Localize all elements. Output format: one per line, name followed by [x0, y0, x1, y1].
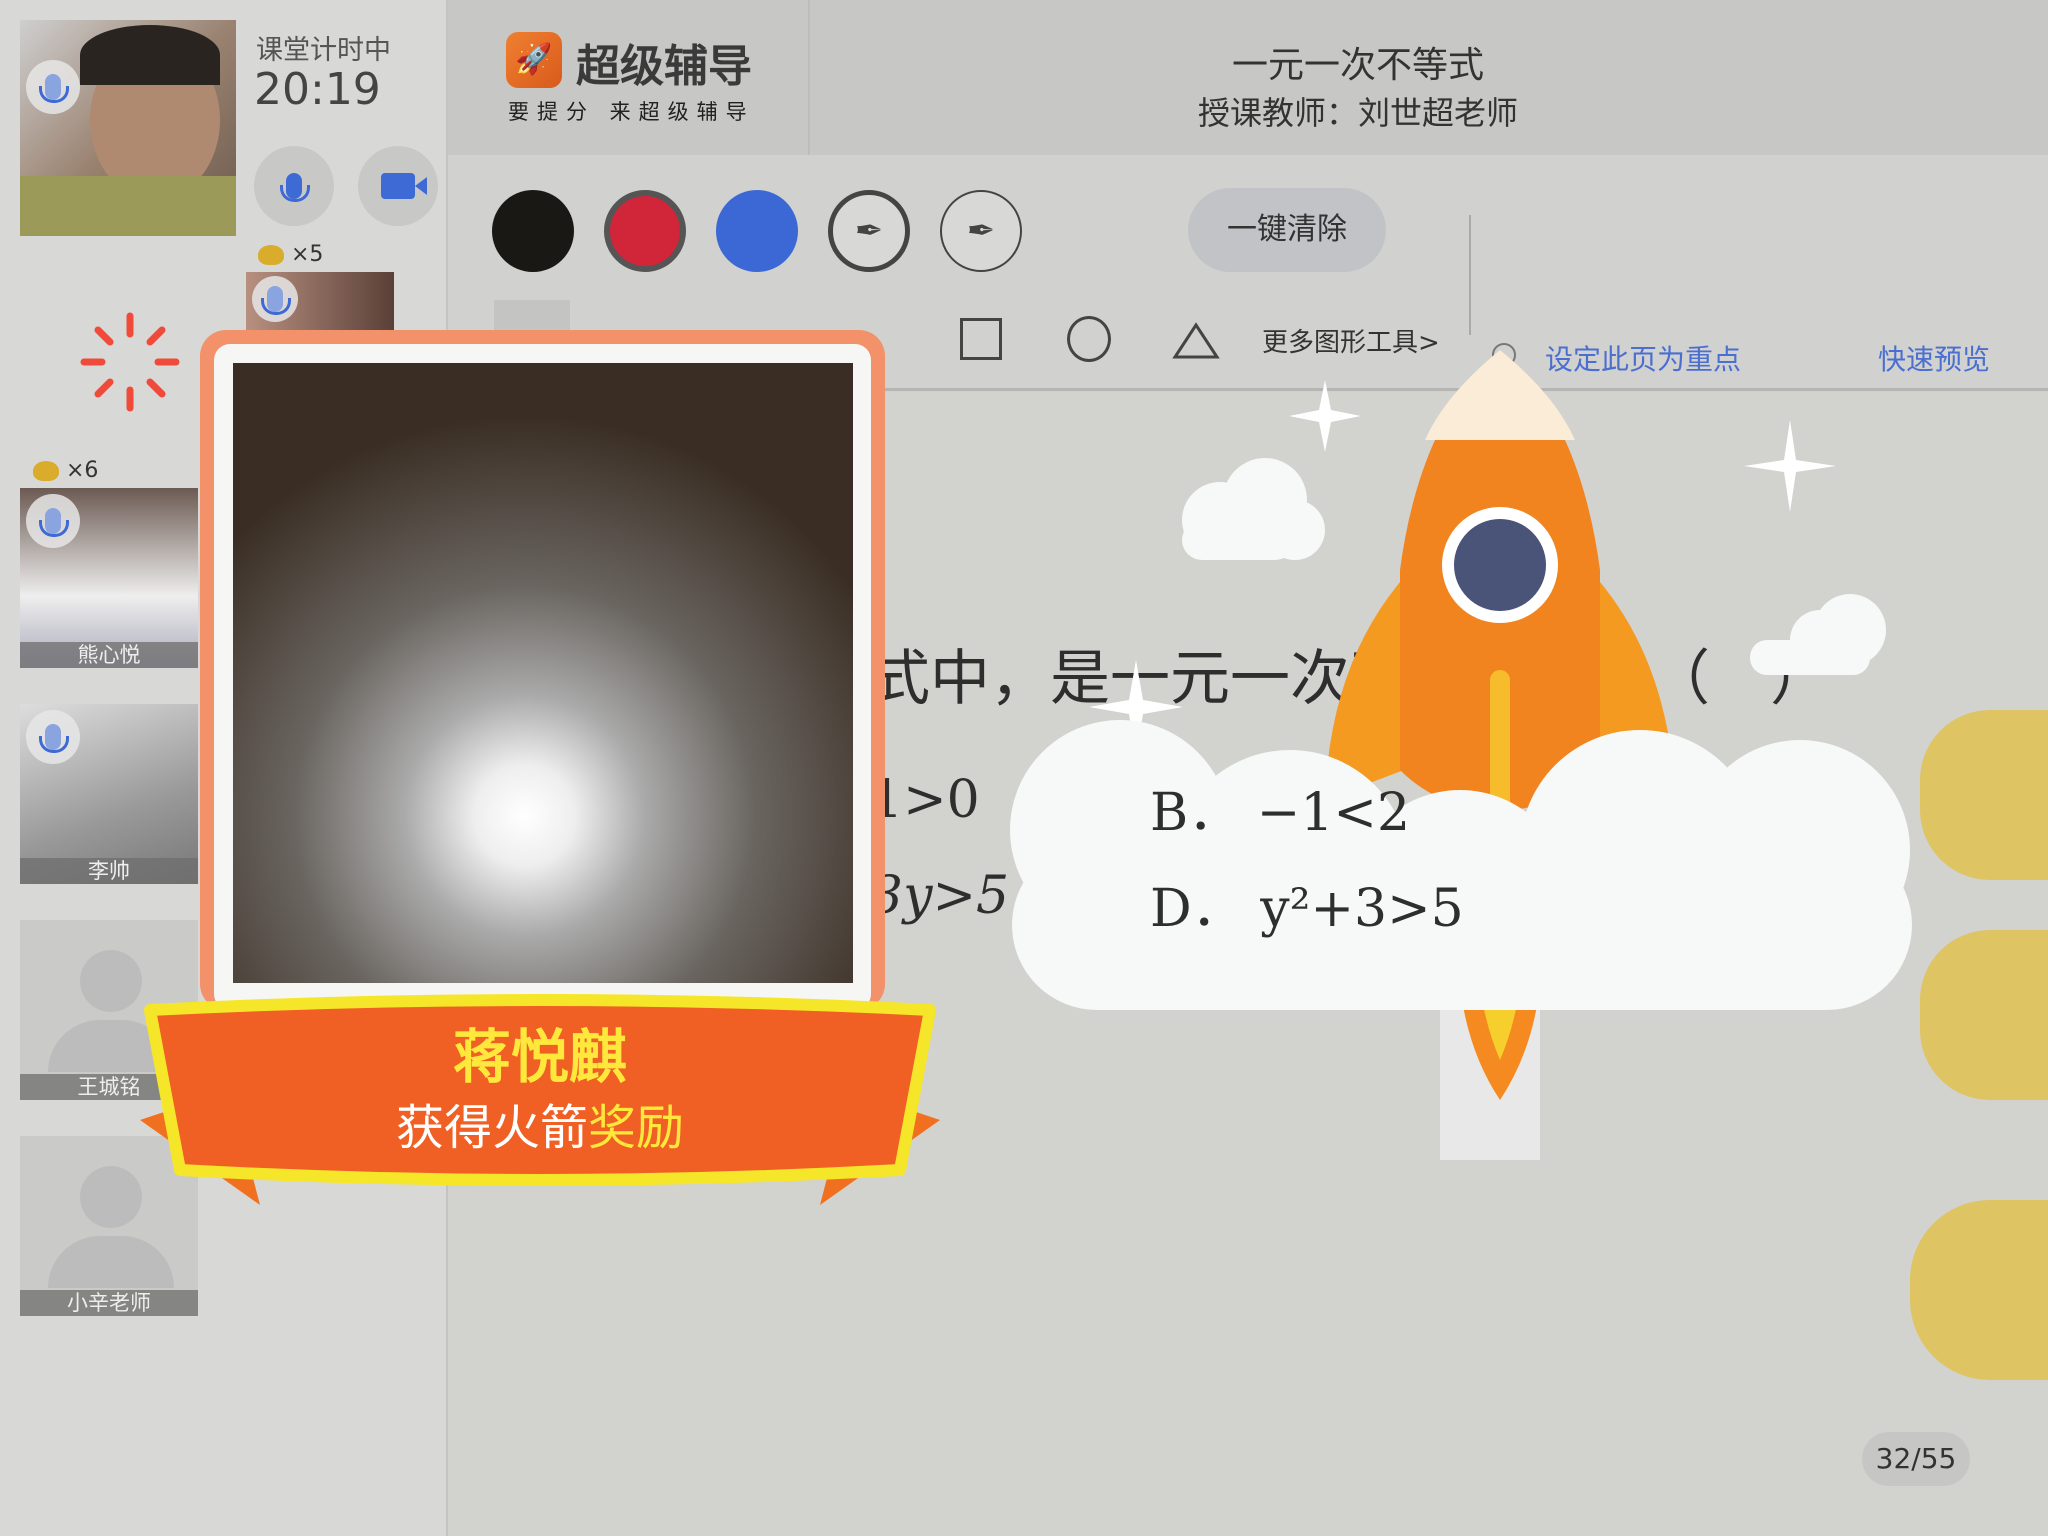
student-name: 李帅 — [20, 858, 198, 884]
trophy-icon — [33, 461, 59, 481]
brand-slogan: 要提分 来超级辅导 — [508, 100, 755, 124]
class-timer: 20:19 — [254, 64, 381, 115]
brand-name: 超级辅导 — [576, 41, 752, 92]
option-c: 3y>5 — [870, 866, 1010, 926]
reward-message: 获得火箭奖励 — [140, 1088, 940, 1158]
color-blue-swatch[interactable] — [716, 190, 798, 272]
fountain-pen-icon: ✒ — [966, 211, 996, 251]
mic-icon — [26, 494, 80, 548]
timer-label: 课堂计时中 — [256, 35, 391, 66]
reward-student-name: 蒋悦麒 — [452, 1023, 627, 1091]
option-a: 1>0 — [870, 770, 980, 830]
color-black-swatch[interactable] — [492, 190, 574, 272]
option-d: D． y²+3>5 — [1150, 879, 1464, 939]
student-video — [233, 363, 853, 983]
trophy-count: ×5 — [258, 242, 323, 267]
reward-photo-card — [200, 330, 885, 1010]
student-name: 小辛老师 — [20, 1290, 198, 1316]
mic-icon — [26, 60, 80, 114]
pen-thin-button[interactable]: ✒ — [940, 190, 1022, 272]
pen-thick-button[interactable]: ✒ — [828, 190, 910, 272]
camera-button[interactable] — [358, 146, 438, 226]
sparkle-icon — [80, 312, 180, 412]
rectangle-tool[interactable] — [960, 318, 1002, 360]
camera-icon — [381, 173, 427, 199]
student-tile[interactable]: 李帅 — [20, 704, 198, 884]
student-name: 熊心悦 — [20, 642, 198, 668]
teacher-video — [20, 20, 236, 236]
mic-icon — [26, 710, 80, 764]
color-red-swatch[interactable] — [604, 190, 686, 272]
mic-icon — [280, 173, 310, 202]
header: 🚀 超级辅导 要提分 来超级辅导 一元一次不等式 授课教师：刘世超老师 — [448, 0, 2048, 155]
student-video-small — [246, 272, 394, 330]
mic-icon — [252, 276, 298, 322]
page-counter: 32/55 — [1862, 1432, 1970, 1486]
fountain-pen-icon: ✒ — [854, 211, 884, 251]
lesson-title: 一元一次不等式 — [1231, 45, 1484, 86]
option-b: B． −1<2 — [1150, 783, 1411, 843]
reward-text: 获得火箭 — [395, 1100, 588, 1156]
clear-all-button[interactable]: 一键清除 — [1188, 188, 1386, 272]
trophy-count-text: ×5 — [291, 242, 324, 267]
reward-text-highlight: 奖励 — [588, 1100, 685, 1156]
student-tile[interactable]: 熊心悦 — [20, 488, 198, 668]
microphone-button[interactable] — [254, 146, 334, 226]
rocket-logo-icon: 🚀 — [506, 32, 562, 88]
trophy-icon — [258, 245, 284, 265]
trophy-count: ×6 — [33, 458, 98, 483]
teacher-name: 授课教师：刘世超老师 — [1197, 94, 1518, 132]
trophy-count-text: ×6 — [66, 458, 99, 483]
